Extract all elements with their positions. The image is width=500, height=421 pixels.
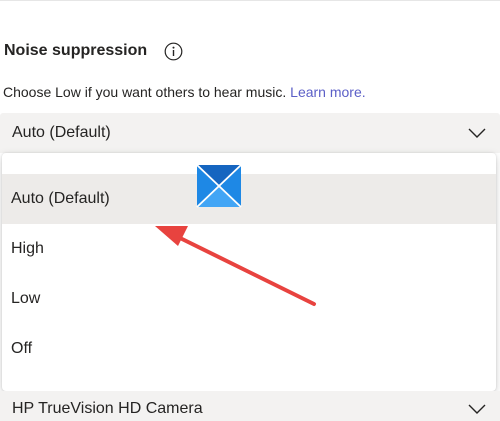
camera-select-value: HP TrueVision HD Camera	[12, 400, 203, 417]
option-low[interactable]: Low	[2, 274, 496, 324]
camera-select[interactable]: HP TrueVision HD Camera	[0, 391, 500, 421]
description-text: Choose Low if you want others to hear mu…	[3, 83, 366, 101]
dropdown-list: Auto (Default) High Low Off	[2, 153, 496, 391]
noise-suppression-select[interactable]: Auto (Default)	[0, 113, 500, 153]
learn-more-link[interactable]: Learn more.	[290, 84, 365, 100]
description-label: Choose Low if you want others to hear mu…	[3, 84, 287, 100]
chevron-down-icon[interactable]	[466, 399, 488, 419]
option-auto-default[interactable]: Auto (Default)	[2, 174, 496, 224]
option-off[interactable]: Off	[2, 324, 496, 374]
chevron-down-icon[interactable]	[466, 123, 488, 143]
option-high[interactable]: High	[2, 224, 496, 274]
option-label: Low	[11, 290, 41, 307]
option-label: Off	[11, 340, 33, 357]
info-icon[interactable]	[164, 42, 183, 61]
section-title: Noise suppression	[4, 42, 148, 59]
option-label: Auto (Default)	[11, 190, 110, 207]
windows-logo-icon	[196, 164, 242, 208]
select-value: Auto (Default)	[12, 124, 111, 141]
top-divider	[0, 0, 500, 1]
option-label: High	[11, 240, 44, 257]
